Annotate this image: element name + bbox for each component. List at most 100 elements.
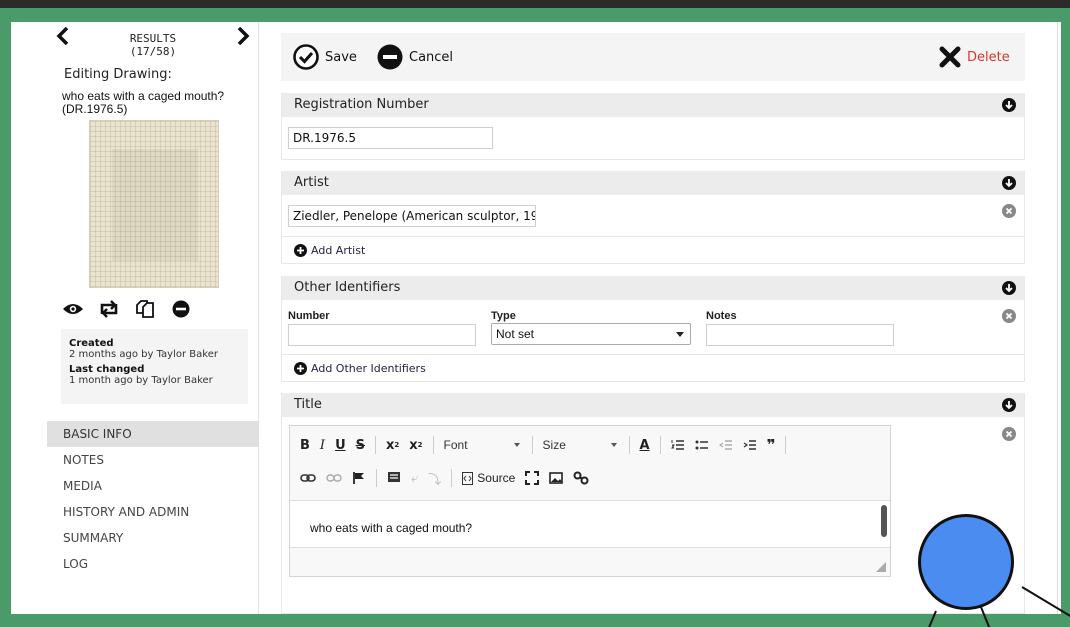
italic-button[interactable]: I [320,438,325,453]
undo-button[interactable]: ⤶ [411,471,418,486]
avatar [918,514,1014,610]
anchor-button[interactable] [352,471,366,485]
sidebar-item-notes[interactable]: NOTES [47,447,259,473]
identifier-number-input[interactable] [288,324,476,346]
font-dropdown[interactable]: Font [444,438,522,452]
bold-button[interactable]: B [300,438,310,453]
add-artist-button[interactable]: Add Artist [282,236,1024,263]
remove-circle-icon[interactable] [1002,427,1016,441]
title-header: Title [282,393,1024,417]
duplicate-button[interactable] [133,298,157,320]
previous-result-button[interactable] [51,26,75,54]
add-other-identifiers-label: Add Other Identifiers [311,361,426,375]
underline-button[interactable]: U [335,438,346,453]
font-dropdown-label: Font [443,438,468,452]
minus-circle-icon [172,300,190,318]
cancel-label: Cancel [409,49,454,65]
registration-number-input[interactable]: DR.1976.5 [288,127,493,149]
artist-title: Artist [294,175,329,190]
sidebar-item-history-admin[interactable]: HISTORY AND ADMIN [47,499,259,525]
blockquote-button[interactable]: ❞ [767,436,776,454]
last-changed-value: 1 month ago by Taylor Baker [69,375,213,386]
thumbnail-drawing [112,149,198,261]
image-icon [549,472,564,484]
other-identifiers-title: Other Identifiers [294,280,401,295]
remove-circle-icon[interactable] [1002,204,1016,218]
copy-icon [136,300,154,318]
results-count: (17/58) [129,45,177,58]
indent-button[interactable] [743,439,757,451]
notes-label: Notes [706,310,737,322]
results-counter: RESULTS (17/58) [87,32,219,58]
view-button[interactable] [61,298,85,320]
title-editor-content[interactable]: who eats with a caged mouth? [290,500,890,548]
save-button[interactable]: Save [293,33,357,81]
special-character-button[interactable] [387,471,401,485]
other-identifiers-section: Other Identifiers Number Type Notes Not … [281,276,1025,382]
record-metadata: Created 2 months ago by Taylor Baker Las… [61,329,248,404]
sidebar-item-media[interactable]: MEDIA [47,473,259,499]
numbered-list-button[interactable] [670,439,685,451]
size-dropdown[interactable]: Size [543,438,619,452]
number-label: Number [288,310,330,322]
record-id: (DR.1976.5) [62,102,128,116]
editing-label: Editing Drawing: [64,67,172,82]
artist-header: Artist [282,171,1024,195]
chevron-down-circle-icon[interactable] [1002,281,1016,295]
outdent-icon [718,440,732,450]
remove-button[interactable] [169,298,193,320]
created-label: Created [69,338,114,349]
source-button[interactable]: Source [462,471,515,485]
identifier-type-select[interactable]: Not set [491,323,691,345]
chevron-down-circle-icon[interactable] [1002,176,1016,190]
chevron-down-circle-icon[interactable] [1002,98,1016,112]
section-nav: BASIC INFO NOTES MEDIA HISTORY AND ADMIN… [47,421,259,577]
add-other-identifiers-button[interactable]: Add Other Identifiers [282,354,1024,381]
rich-text-editor: B I U S x2 x2 Font Size A ❞ ⤶ ⤵ Source w… [289,425,891,577]
sidebar-item-summary[interactable]: SUMMARY [47,525,259,551]
image-button[interactable] [549,472,564,484]
sidebar-item-log[interactable]: LOG [47,551,259,577]
sidebar-item-basic-info[interactable]: BASIC INFO [47,421,259,447]
cancel-button[interactable]: Cancel [377,33,453,81]
registration-header: Registration Number [282,93,1024,117]
editor-resize-handle[interactable] [876,562,886,572]
next-result-button[interactable] [231,26,255,54]
last-changed-label: Last changed [69,364,145,375]
identifier-notes-input[interactable] [706,324,894,346]
table-icon [388,472,400,482]
text-color-button[interactable]: A [640,438,650,453]
superscript-button[interactable]: x2 [409,438,422,453]
maximize-button[interactable] [525,471,540,485]
retweet-button[interactable] [97,298,121,320]
page-divider [1057,22,1058,614]
bullet-list-button[interactable] [695,439,709,451]
unlink-button[interactable] [326,472,342,484]
remove-circle-icon[interactable] [1002,309,1016,323]
form-toolbar: Save Cancel Delete [281,33,1025,81]
source-label: Source [477,471,516,485]
minus-circle-icon [377,44,403,70]
editor-toolbar-row-2: ⤶ ⤵ Source [300,466,589,490]
embed-link-button[interactable] [573,471,589,485]
artist-input[interactable]: Ziedler, Penelope (American sculptor, 19 [288,205,536,227]
other-identifiers-header: Other Identifiers [282,276,1024,300]
editor-toolbar-row-1: B I U S x2 x2 Font Size A ❞ [300,433,787,457]
editor-scrollbar[interactable] [881,505,887,537]
chevron-down-circle-icon[interactable] [1002,398,1016,412]
strikethrough-button[interactable]: S [356,438,365,453]
save-label: Save [325,49,357,65]
delete-button[interactable]: Delete [939,33,1010,81]
main-form: Save Cancel Delete Registration Number D… [281,22,1025,614]
redo-button[interactable]: ⤵ [428,469,441,488]
identifier-type-value: Not set [496,327,535,341]
link-button[interactable] [300,473,316,483]
plus-circle-icon [294,361,307,375]
chevron-left-icon [56,26,69,46]
link-icon [300,474,316,482]
record-thumbnail[interactable] [89,120,219,288]
outdent-button[interactable] [718,439,733,451]
subscript-button[interactable]: x2 [386,438,399,453]
size-dropdown-label: Size [542,438,566,452]
registration-title: Registration Number [294,97,429,112]
